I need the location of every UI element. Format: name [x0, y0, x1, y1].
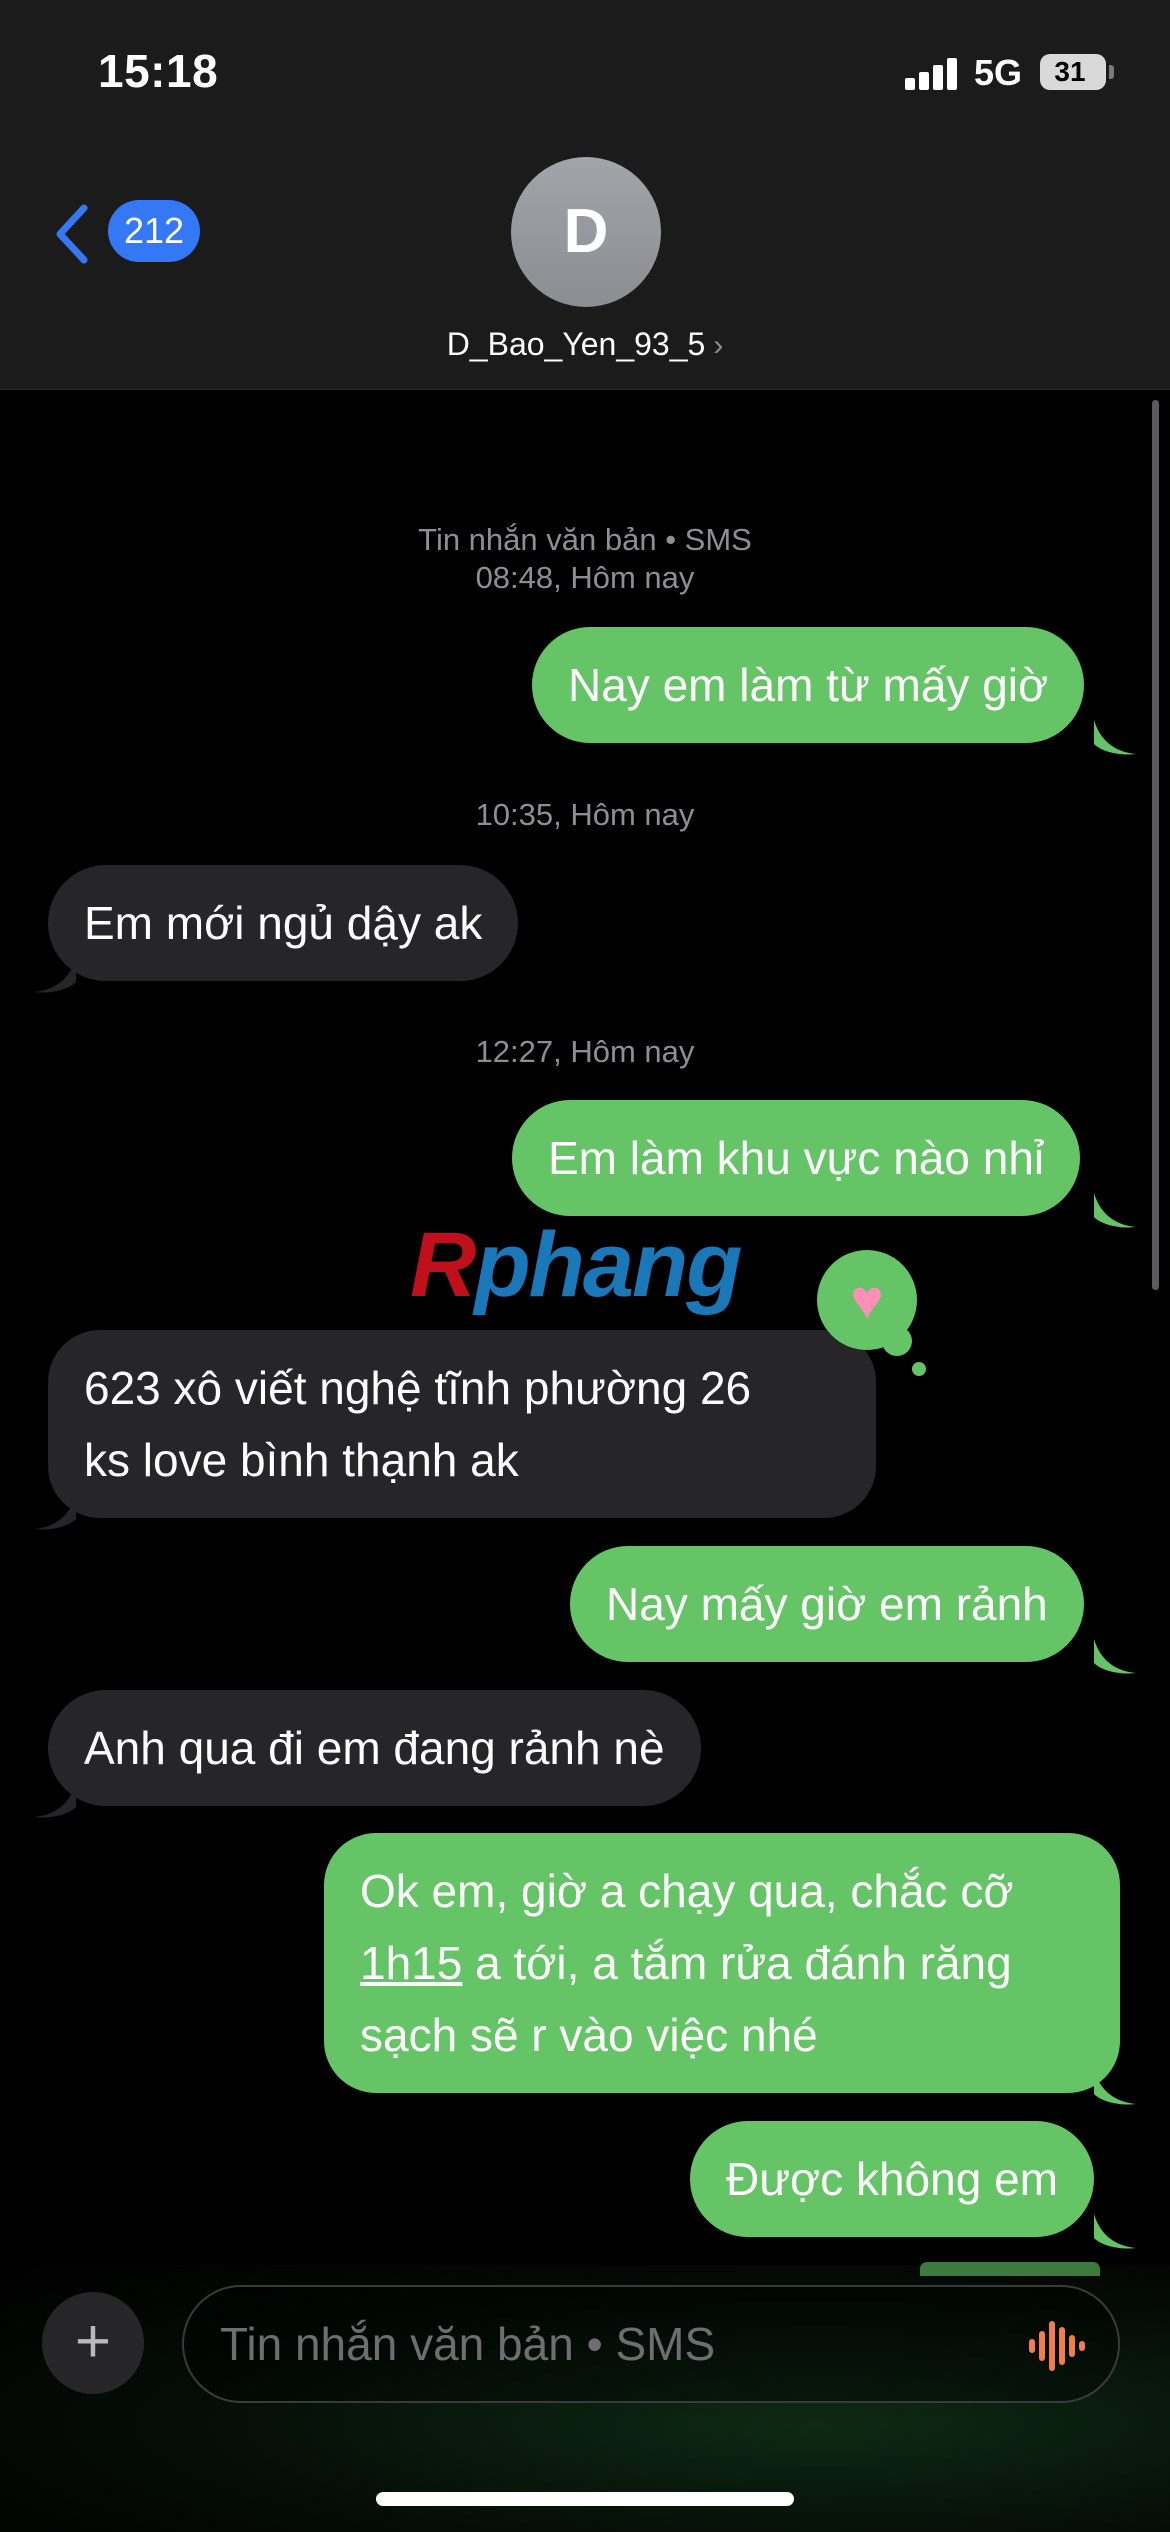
message-text: Em mới ngủ dậy ak — [84, 897, 483, 949]
contact-name: D_Bao_Yen_93_5 — [446, 326, 706, 362]
contact-avatar[interactable]: D — [511, 157, 661, 307]
bubble-tail — [34, 1783, 76, 1818]
message-input[interactable] — [220, 2287, 1000, 2401]
message-bubble-outgoing[interactable]: Nay em làm từ mấy giờ — [532, 627, 1085, 743]
battery-tip — [1109, 65, 1114, 79]
message-text-line: 1h15 a tới, a tắm rửa đánh răng — [360, 1937, 1012, 1989]
bubble-tail — [1094, 2214, 1136, 2249]
bubble-tail — [1094, 2070, 1136, 2105]
bubble-tail — [34, 1495, 76, 1530]
timestamp: 08:48, Hôm nay — [475, 560, 695, 595]
network-type: 5G — [974, 52, 1023, 93]
bubble-tail — [1094, 1193, 1136, 1228]
plus-icon[interactable]: + — [42, 2292, 144, 2394]
watermark-logo: Rphang — [410, 1214, 742, 1316]
bubble-tail — [1094, 1639, 1136, 1674]
message-text: Nay mấy giờ em rảnh — [606, 1578, 1048, 1630]
contact-name-button[interactable]: D_Bao_Yen_93_5 › — [0, 326, 1170, 363]
message-text-line: sạch sẽ r vào việc nhé — [360, 2009, 818, 2061]
time-link[interactable]: 1h15 — [360, 1937, 462, 1989]
messages-screen: 15:18 5G 31 212 D D_Bao_Yen_93_5 › Tin nh… — [0, 0, 1170, 2532]
message-bubble-incoming[interactable]: Em mới ngủ dậy ak — [48, 865, 519, 981]
chevron-left-icon — [56, 204, 88, 264]
message-bubble-outgoing[interactable]: Em làm khu vực nào nhỉ — [512, 1100, 1081, 1216]
service-label: Tin nhắn văn bản • SMS — [418, 522, 752, 557]
message-bubble-outgoing[interactable]: Nay mấy giờ em rảnh — [570, 1546, 1084, 1662]
bubble-tail — [1094, 720, 1136, 755]
message-text: Anh qua đi em đang rảnh nè — [84, 1722, 665, 1774]
message-text-line: 623 xô viết nghệ tĩnh phường 26 — [84, 1362, 752, 1414]
bubble-tail — [34, 958, 76, 993]
timestamp: 10:35, Hôm nay — [475, 797, 695, 832]
message-bubble-incoming[interactable]: Anh qua đi em đang rảnh nè — [48, 1690, 701, 1806]
unread-count-badge: 212 — [108, 200, 200, 262]
message-bubble-incoming[interactable]: 623 xô viết nghệ tĩnh phường 26 ks love … — [48, 1330, 876, 1518]
conversation-header: 212 D D_Bao_Yen_93_5 › — [0, 140, 1170, 390]
status-time: 15:18 — [98, 45, 219, 97]
message-text: Nay em làm từ mấy giờ — [568, 659, 1049, 711]
status-bar: 15:18 5G 31 — [0, 0, 1170, 140]
message-bubble-partial — [920, 2262, 1100, 2276]
message-text: Được không em — [726, 2153, 1058, 2205]
tapback-dot — [912, 1362, 926, 1376]
message-bubble-outgoing[interactable]: Ok em, giờ a chạy qua, chắc cỡ 1h15 a tớ… — [324, 1833, 1120, 2093]
message-text-line: Ok em, giờ a chạy qua, chắc cỡ — [360, 1865, 1014, 1917]
chevron-right-icon: › — [713, 329, 724, 362]
home-indicator[interactable] — [376, 2492, 794, 2506]
message-input-field[interactable] — [182, 2285, 1120, 2403]
message-bubble-outgoing[interactable]: Được không em — [690, 2121, 1094, 2237]
tapback-dot — [882, 1326, 912, 1356]
timestamp: 12:27, Hôm nay — [475, 1034, 695, 1069]
back-button[interactable]: 212 — [40, 190, 210, 280]
waveform-icon[interactable] — [1029, 2321, 1085, 2371]
battery-icon: 31 — [1040, 54, 1106, 90]
cellular-signal-icon — [905, 56, 961, 90]
message-text-line: ks love bình thạnh ak — [84, 1434, 519, 1486]
message-text: Em làm khu vực nào nhỉ — [548, 1132, 1045, 1184]
battery-level: 31 — [1054, 56, 1086, 87]
